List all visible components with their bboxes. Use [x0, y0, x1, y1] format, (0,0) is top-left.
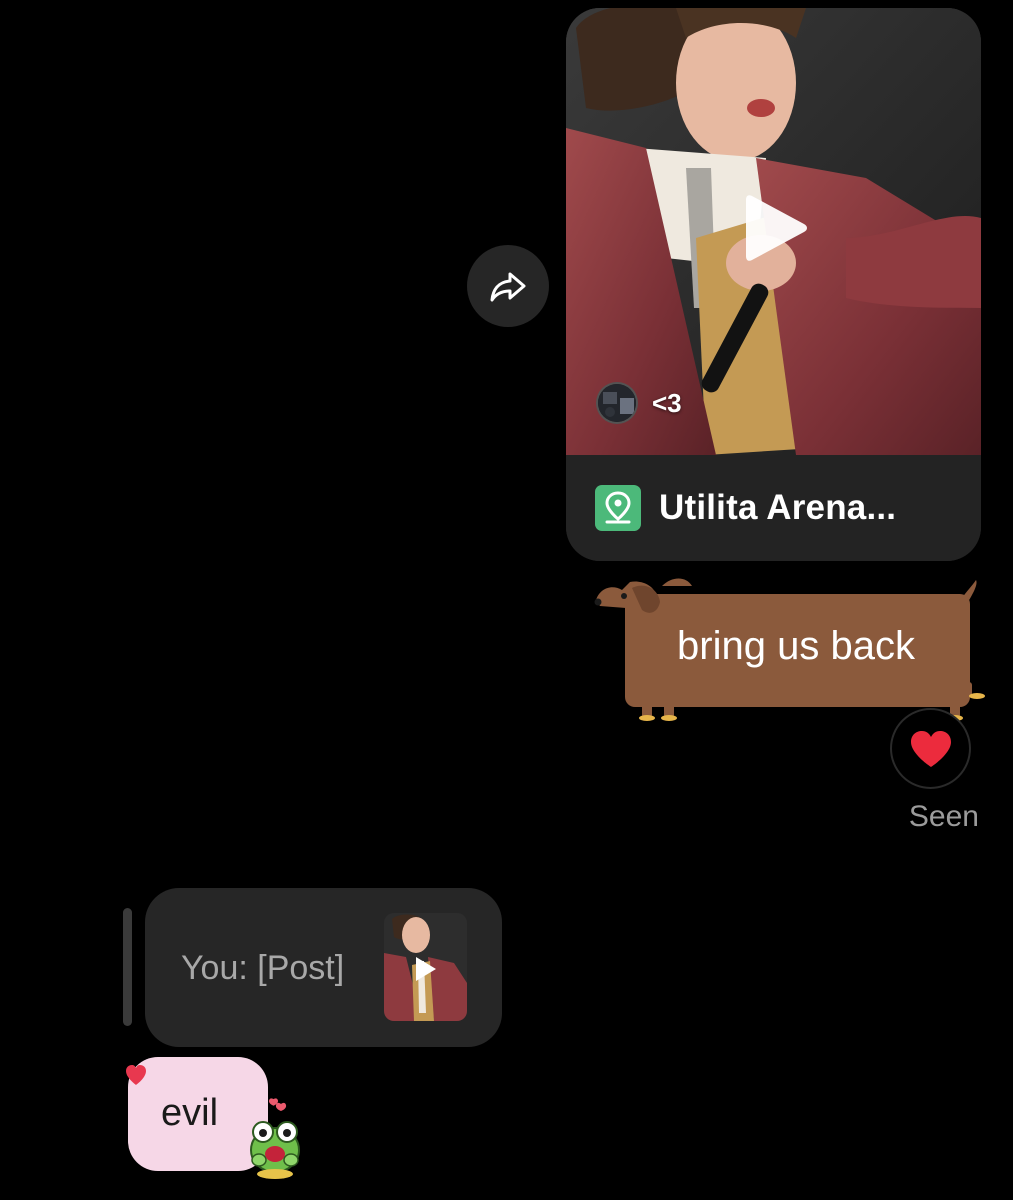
location-label: Utilita Arena...: [659, 488, 897, 527]
play-icon[interactable]: [744, 192, 808, 264]
outgoing-message-bubble[interactable]: bring us back: [592, 572, 987, 724]
outgoing-message-text: bring us back: [677, 624, 915, 668]
reel-author-name: <3: [652, 387, 682, 418]
avatar[interactable]: [596, 382, 638, 424]
share-icon: [490, 272, 526, 302]
reel-location-row[interactable]: Utilita Arena...: [566, 455, 981, 561]
reel-thumbnail[interactable]: <3: [566, 8, 981, 455]
seen-status: Seen: [908, 800, 979, 833]
heart-icon: [126, 1065, 146, 1085]
reply-indicator-bar: [123, 908, 132, 1026]
heart-icon: [910, 730, 951, 767]
location-pin-icon: [595, 485, 641, 531]
reply-quote[interactable]: You: [Post]: [145, 888, 502, 1047]
reply-quote-text: You: [Post]: [181, 949, 345, 987]
frog-sticker-icon: [250, 1098, 300, 1179]
incoming-message-text: evil: [161, 1092, 219, 1134]
reply-post-thumbnail: [384, 913, 467, 1021]
reel-author[interactable]: <3: [596, 382, 682, 424]
share-button[interactable]: [467, 245, 549, 327]
message-reaction[interactable]: [890, 708, 971, 789]
shared-reel-card[interactable]: <3 Utilita Arena...: [566, 8, 981, 561]
